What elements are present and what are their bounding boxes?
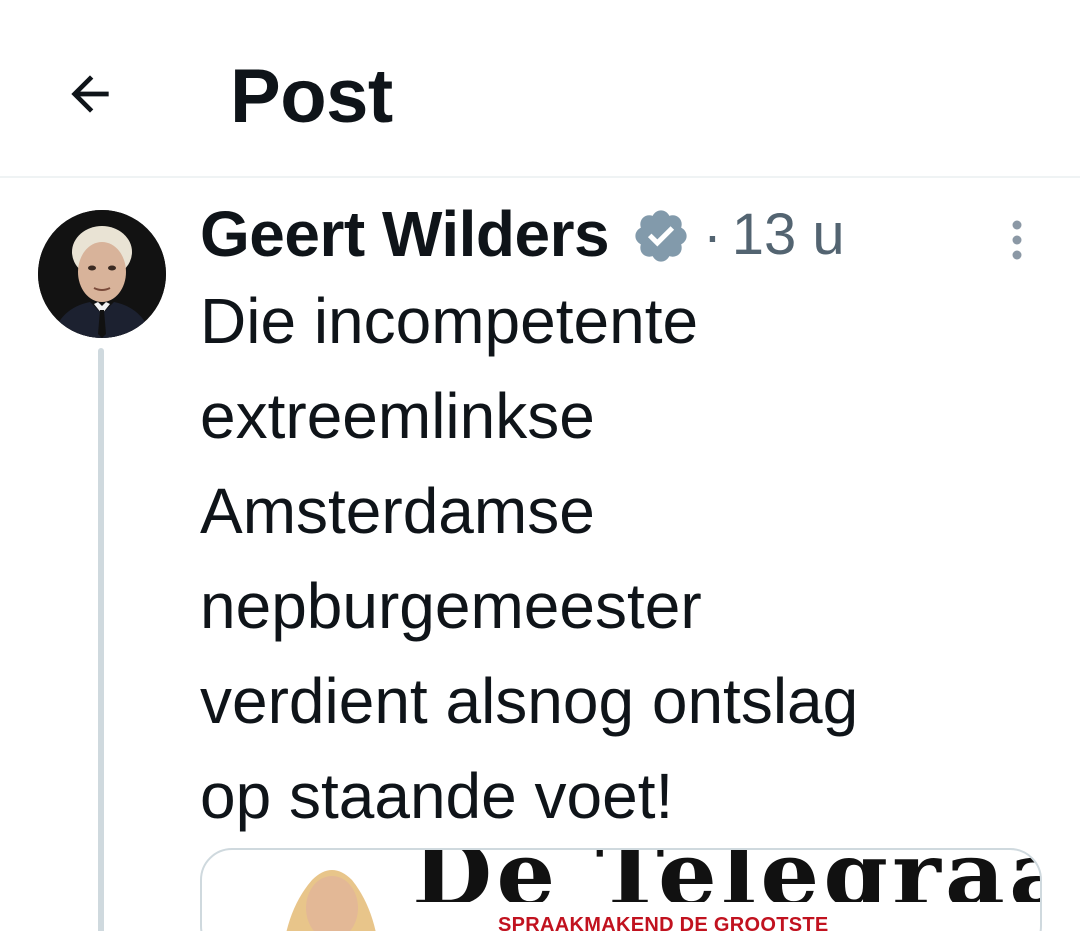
avatar[interactable] <box>38 210 166 338</box>
post-text-line: op staande voet! <box>200 760 674 832</box>
post-text-line: verdient alsnog ontslag <box>200 665 859 737</box>
newspaper-masthead: De Telegraaf <box>412 848 1040 902</box>
separator-dot: · <box>703 202 722 266</box>
thread-line <box>98 348 104 931</box>
post-meta: Geert Wilders · 13 u <box>200 196 845 272</box>
verified-badge-icon <box>631 206 691 266</box>
author-name[interactable]: Geert Wilders <box>200 197 610 271</box>
post-text-line: extreemlinkse <box>200 380 595 452</box>
page-title: Post <box>230 54 393 139</box>
timestamp[interactable]: 13 u <box>732 201 845 268</box>
media-photo <box>242 850 412 931</box>
arrow-left-icon <box>71 75 109 113</box>
post-text-line: Die incompetente <box>200 285 699 357</box>
more-options-button[interactable] <box>994 210 1040 270</box>
post-text-line: Amsterdamse <box>200 475 595 547</box>
post-text-line: nepburgemeester <box>200 570 702 642</box>
post-text: Die incompetente extreemlinkse Amsterdam… <box>200 274 1060 844</box>
avatar-image <box>38 210 166 338</box>
newspaper-tagline: SPRAAKMAKEND DE GROOTSTE <box>498 914 829 931</box>
top-bar: Post <box>0 0 1080 178</box>
post-page: Post Geert Wilders · 13 u Die incompeten… <box>0 0 1080 931</box>
media-card[interactable]: De Telegraaf SPRAAKMAKEND DE GROOTSTE <box>200 848 1042 931</box>
more-vertical-icon <box>1012 220 1022 260</box>
back-button[interactable] <box>40 44 140 144</box>
